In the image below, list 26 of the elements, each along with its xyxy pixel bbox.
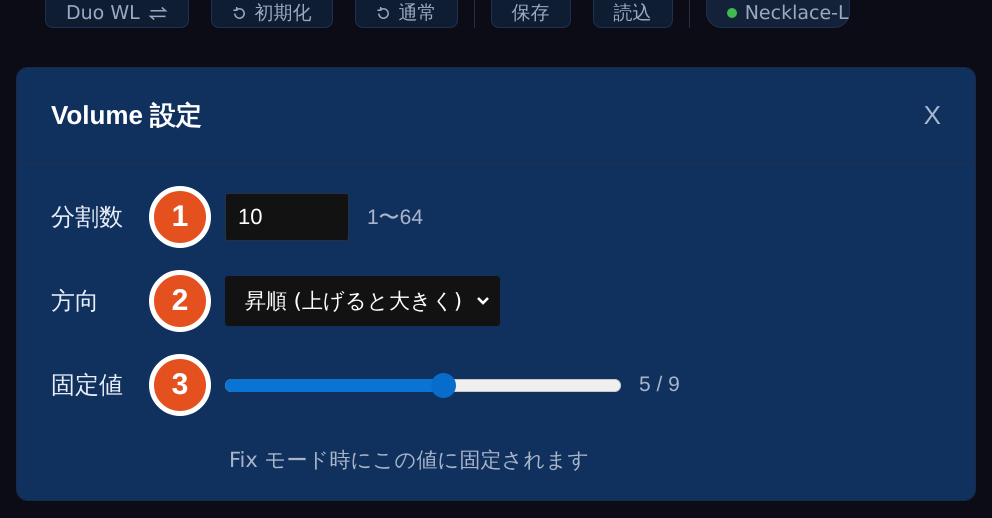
toolbar-button[interactable]: Duo WL (45, 0, 189, 28)
step-badge: 3 (149, 354, 211, 416)
reset-icon (376, 6, 391, 20)
toolbar-button[interactable]: 読込 (592, 0, 673, 28)
range-hint: 1〜64 (367, 205, 424, 231)
swap-icon (148, 6, 168, 20)
field-label: 方向 (51, 286, 100, 317)
status-dot-icon (726, 8, 737, 18)
field-label: 分割数 (51, 202, 124, 233)
number-field[interactable]: 10 (225, 193, 349, 241)
reset-icon (232, 6, 247, 20)
slider-reading: 5 / 9 (639, 373, 680, 397)
toolbar-button[interactable]: 保存 (490, 0, 571, 28)
chevron-icon (476, 296, 490, 306)
toolbar-button[interactable]: 初期化 (210, 0, 333, 28)
direction-dropdown[interactable]: 昇順 (上げると大きく) (225, 276, 500, 326)
close-button[interactable]: X (924, 100, 941, 131)
device-button[interactable]: Necklace-L (706, 0, 850, 28)
dialog-title: Volume 設定 (51, 99, 202, 132)
step-badge: 2 (149, 270, 211, 332)
slider-thumb[interactable] (430, 373, 456, 398)
value-slider[interactable] (225, 372, 621, 398)
step-badge: 1 (149, 186, 211, 248)
help-text: Fix モード時にこの値に固定されます (229, 447, 590, 474)
field-label: 固定値 (51, 370, 124, 401)
toolbar-button[interactable]: 通常 (354, 0, 458, 28)
